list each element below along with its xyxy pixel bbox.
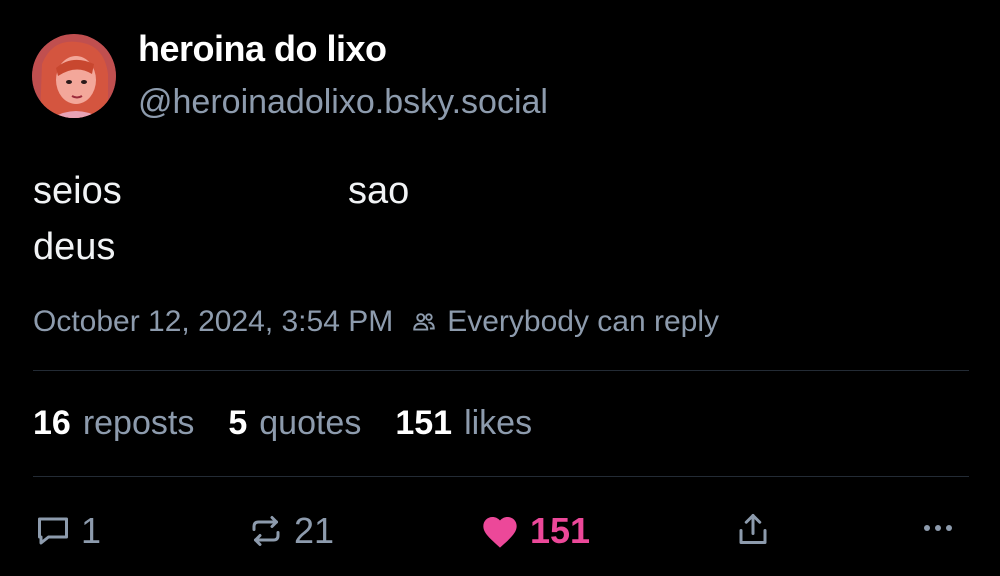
repost-count: 21 [294,510,335,551]
repost-icon [252,516,280,546]
post-meta: October 12, 2024, 3:54 PM Everybody can … [33,305,719,339]
post-timestamp: October 12, 2024, 3:54 PM [33,305,394,338]
reply-count: 1 [81,510,102,551]
stat-likes[interactable]: 151 likes [395,404,532,443]
divider [33,476,969,477]
more-icon [924,525,952,531]
post-actions: 1 21 151 [0,500,1000,564]
avatar[interactable] [32,34,116,118]
reply-icon [38,517,68,545]
like-button[interactable]: 151 [480,510,590,552]
repost-button[interactable]: 21 [248,510,334,552]
author-handle[interactable]: @heroinadolixo.bsky.social [138,83,548,122]
reply-button[interactable]: 1 [35,510,101,552]
stat-reposts[interactable]: 16 reposts [33,404,194,443]
post-word: sao [348,170,410,212]
people-icon [413,313,435,331]
stat-count: 5 [228,404,248,442]
post-word: deus [33,226,116,268]
like-count: 151 [530,510,591,551]
engagement-stats: 16 reposts 5 quotes 151 likes [33,404,566,443]
author-display-name[interactable]: heroina do lixo [138,28,387,70]
stat-label: quotes [259,404,362,442]
share-button[interactable] [735,510,771,548]
stat-count: 151 [395,404,453,442]
stat-count: 16 [33,404,71,442]
stat-label: likes [464,404,533,442]
heart-icon [483,517,517,548]
reply-setting: Everybody can reply [411,305,719,339]
stat-label: reposts [82,404,195,442]
reply-setting-label: Everybody can reply [447,305,720,338]
stat-quotes[interactable]: 5 quotes [228,404,361,443]
more-options-button[interactable] [920,516,956,540]
share-icon [739,514,767,544]
post-word: seios [33,170,122,212]
divider [33,370,969,371]
